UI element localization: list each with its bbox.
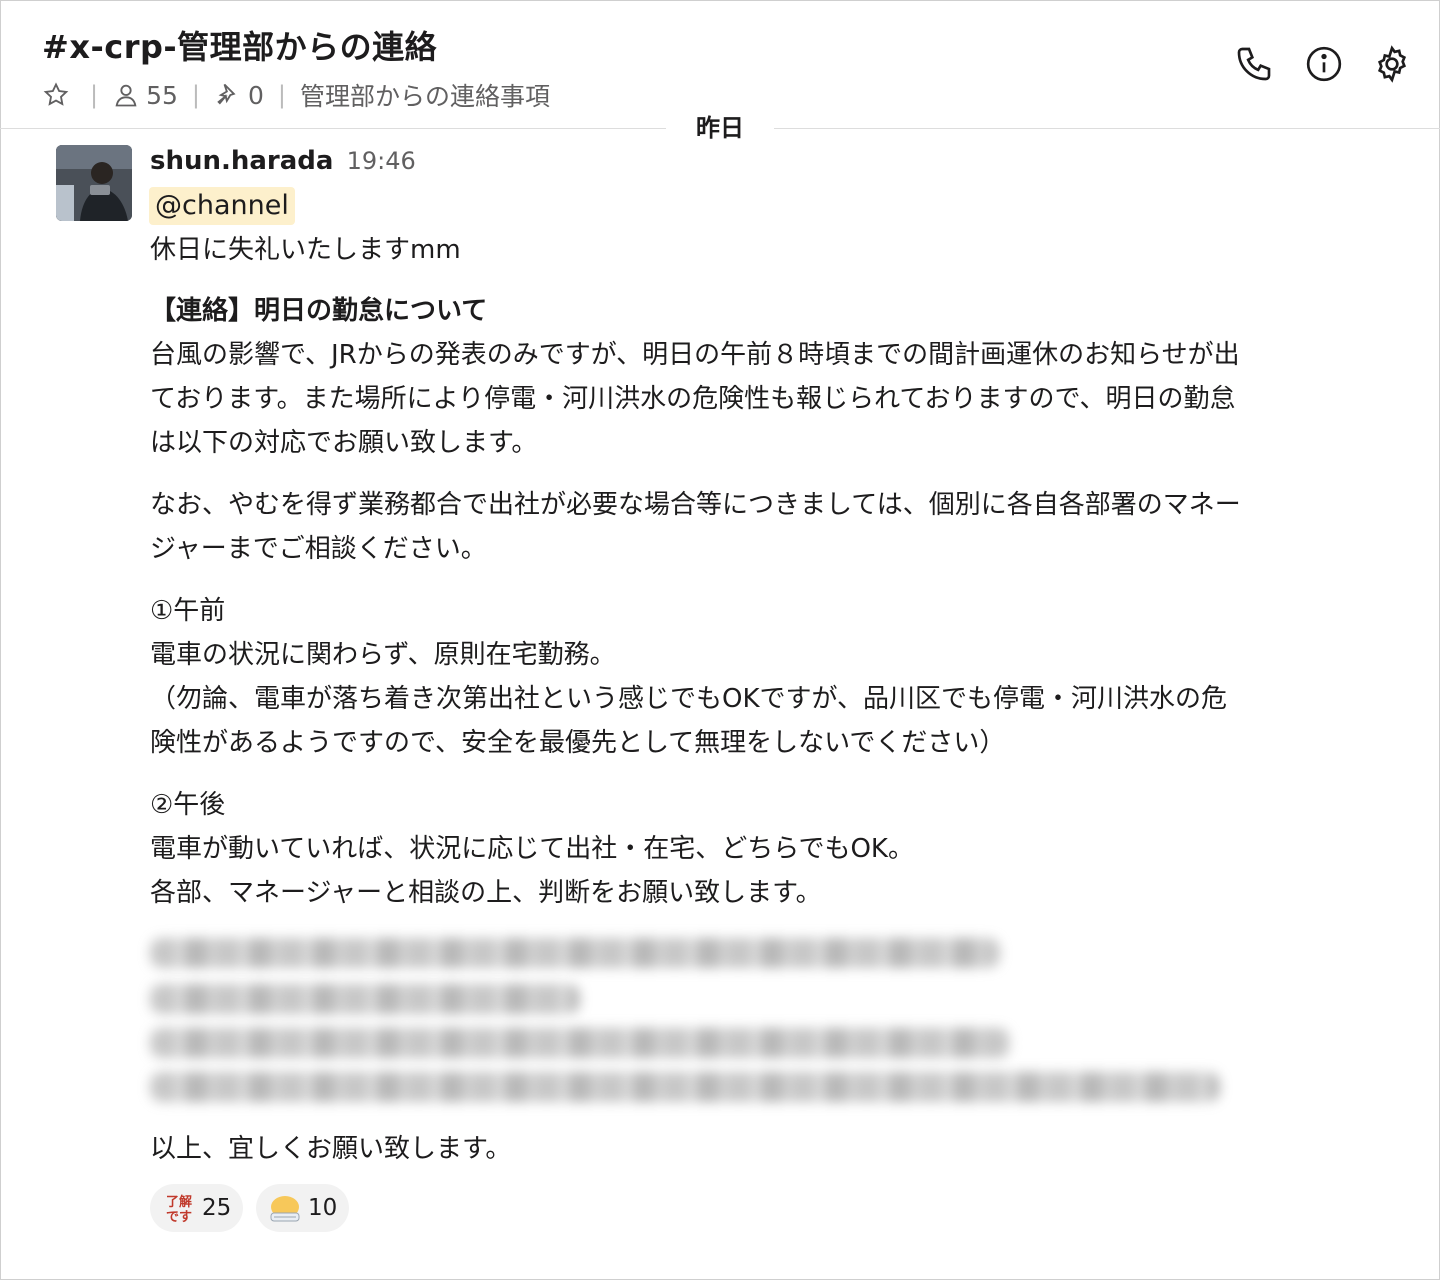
reaction-acknowledged[interactable]: 了解 です 25 xyxy=(150,1184,244,1232)
channel-topic[interactable]: 管理部からの連絡事項 xyxy=(300,77,550,113)
acknowledged-emoji-icon: 了解 です xyxy=(162,1191,196,1225)
message-line: ております。また場所により停電・河川洪水の危険性も報じられておりますので、明日の… xyxy=(150,384,1236,414)
meta-separator: | xyxy=(277,81,286,109)
message-header: shun.harada 19:46 xyxy=(150,146,416,176)
gear-icon[interactable] xyxy=(1370,42,1414,86)
date-divider[interactable]: 昨日 xyxy=(666,110,774,146)
message-line: は以下の対応でお願い致します。 xyxy=(150,428,538,458)
reaction-count: 25 xyxy=(202,1195,232,1221)
reaction-count: 10 xyxy=(308,1195,338,1221)
member-count[interactable]: 55 xyxy=(146,81,178,110)
message-line: 台風の影響で、JRからの発表のみですが、明日の午前８時頃までの間計画運休のお知ら… xyxy=(150,340,1240,370)
channel-mention[interactable]: @channel xyxy=(149,187,295,225)
blurred-text xyxy=(150,1072,1220,1102)
message-line: 電車が動いていれば、状況に応じて出社・在宅、どちらでもOK。 xyxy=(150,834,914,864)
message-line: 以上、宜しくお願い致します。 xyxy=(150,1134,512,1164)
channel-title[interactable]: #x-crp-管理部からの連絡 xyxy=(42,22,437,68)
blurred-text xyxy=(150,938,1000,968)
timestamp[interactable]: 19:46 xyxy=(347,147,416,175)
message-line: ②午後 xyxy=(150,790,226,820)
message-line: 険性があるようですので、安全を最優先として無理をしないでください） xyxy=(150,728,1006,758)
star-icon[interactable] xyxy=(42,81,70,109)
phone-icon[interactable] xyxy=(1232,42,1276,86)
message-line: 休日に失礼いたしますmm xyxy=(150,235,461,265)
reaction-bow[interactable]: 10 xyxy=(256,1184,350,1232)
avatar[interactable] xyxy=(56,145,132,221)
blurred-text xyxy=(150,1028,1010,1058)
info-icon[interactable] xyxy=(1302,42,1346,86)
message-line: ジャーまでご相談ください。 xyxy=(150,534,487,564)
meta-separator: | xyxy=(191,81,200,109)
svg-text:です: です xyxy=(166,1210,192,1225)
meta-separator: | xyxy=(90,81,99,109)
channel-meta: | 55 | 0 | 管理部からの連絡事項 xyxy=(42,78,550,112)
pin-icon[interactable] xyxy=(214,81,242,109)
message-line: ①午前 xyxy=(150,596,226,626)
author-name[interactable]: shun.harada xyxy=(150,146,333,176)
message-line: なお、やむを得ず業務都合で出社が必要な場合等につきましては、個別に各自各部署のマ… xyxy=(150,490,1241,520)
svg-text:了解: 了解 xyxy=(166,1194,192,1210)
message-line: 各部、マネージャーと相談の上、判断をお願い致します。 xyxy=(150,878,822,908)
blurred-text xyxy=(150,984,580,1014)
pin-count[interactable]: 0 xyxy=(248,81,264,110)
member-icon[interactable] xyxy=(112,81,140,109)
message-line: 電車の状況に関わらず、原則在宅勤務。 xyxy=(150,640,616,670)
bow-emoji-icon xyxy=(268,1191,302,1225)
message-heading: 【連絡】明日の勤怠について xyxy=(150,296,488,326)
message-line: （勿論、電車が落ち着き次第出社という感じでもOKですが、品川区でも停電・河川洪水… xyxy=(150,684,1227,714)
